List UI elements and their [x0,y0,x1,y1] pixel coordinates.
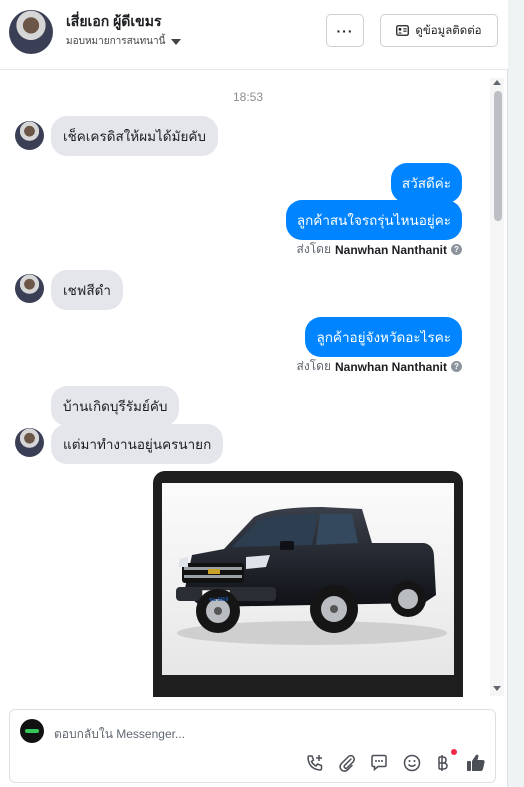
caret-down-icon [171,38,182,45]
sent-by-label: ส่งโดย Nanwhan Nanthanit ? [297,357,462,376]
conversation-header: เสี่ยเอก ผู้ดีเขมร มอบหมายการสนทนานี้ ··… [0,0,508,70]
incoming-message[interactable]: บ้านเกิดบุรีรัมย์คับ [51,386,180,426]
smiley-icon[interactable] [401,752,423,774]
baht-icon[interactable] [431,752,453,774]
scroll-up-arrow-icon[interactable] [493,80,501,85]
outgoing-message[interactable]: ลูกค้าสนใจรถรุ่นไหนอยู่คะ [285,200,462,240]
outgoing-message[interactable]: ลูกค้าอยู่จังหวัดอะไรคะ [305,317,462,357]
message-timestamp: 18:53 [232,90,264,104]
incoming-message[interactable]: เชฟสีดำ [51,270,123,310]
paperclip-icon[interactable] [336,752,358,774]
assign-label: มอบหมายการสนทนานี้ [66,36,166,47]
help-icon[interactable]: ? [451,244,462,255]
contact-name[interactable]: เสี่ยเอก ผู้ดีเขมร [66,11,162,33]
sent-by-label: ส่งโดย Nanwhan Nanthanit ? [297,240,462,259]
car-photo: ขน 6858 [162,483,454,675]
sent-by-prefix: ส่งโดย [296,359,331,373]
view-contact-button[interactable]: ดูข้อมูลติดต่อ [380,14,498,47]
sender-avatar[interactable] [15,274,44,303]
image-attachment[interactable]: ขน 6858 ราคา 339,000 บาท [153,471,463,697]
license-plate-text: ขน 6858 [209,597,229,603]
messenger-conversation-panel: เสี่ยเอก ผู้ดีเขมร มอบหมายการสนทนานี้ ··… [0,0,508,787]
more-options-button[interactable]: ··· [326,14,364,47]
reply-composer [9,709,496,783]
scrollbar-thumb[interactable] [494,91,502,221]
page-avatar [20,719,44,743]
phone-plus-icon[interactable] [304,752,326,774]
sender-avatar[interactable] [15,428,44,457]
contact-avatar[interactable] [9,10,53,54]
right-edge-panel [508,0,524,787]
sent-by-name[interactable]: Nanwhan Nanthanit [335,243,447,257]
pickup-truck-image [162,483,454,675]
view-contact-label: ดูข้อมูลติดต่อ [415,24,482,37]
incoming-message[interactable]: แต่มาทำงานอยู่นครนายก [51,424,224,464]
notification-dot [451,749,457,755]
sent-by-prefix: ส่งโดย [296,242,331,256]
price-text: ราคา 339,000 บาท [238,689,404,697]
incoming-message[interactable]: เช็คเครดิสให้ผมได้มัยคับ [51,116,218,156]
price-banner: ราคา 339,000 บาท [153,679,463,697]
outgoing-message[interactable]: สวัสดีค่ะ [390,163,462,203]
chat-bubble-icon[interactable] [368,752,390,774]
sent-by-name[interactable]: Nanwhan Nanthanit [335,360,447,374]
contact-card-icon [396,25,410,36]
thumbs-up-icon[interactable] [465,752,487,774]
reply-input[interactable] [54,724,454,744]
scroll-down-arrow-icon[interactable] [493,686,501,691]
assign-conversation-dropdown[interactable]: มอบหมายการสนทนานี้ [66,34,182,49]
sender-avatar[interactable] [15,121,44,150]
composer-toolbar [10,752,497,780]
help-icon[interactable]: ? [451,361,462,372]
